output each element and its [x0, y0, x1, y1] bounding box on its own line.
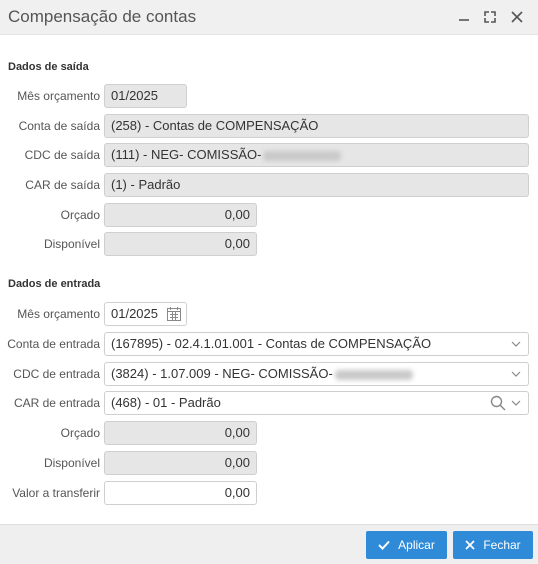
conta-entrada-select[interactable]: (167895) - 02.4.1.01.001 - Contas de COM… [104, 332, 529, 356]
mes-entrada-input[interactable]: 01/2025 [104, 302, 187, 326]
conta-entrada-label: Conta de entrada [7, 337, 100, 351]
close-button-label: Fechar [483, 538, 521, 552]
dialog-footer: Aplicar Fechar [0, 524, 538, 564]
section-title-saida: Dados de saída [8, 61, 89, 73]
redacted-text [263, 150, 342, 161]
check-icon [378, 540, 390, 550]
search-icon[interactable] [490, 395, 506, 414]
chevron-down-icon[interactable] [510, 392, 522, 414]
disponivel-saida-field: 0,00 [104, 232, 257, 256]
chevron-down-icon[interactable] [510, 363, 522, 385]
cdc-saida-value: (111) - NEG- COMISSÃO- [111, 147, 262, 162]
orcado-saida-field: 0,00 [104, 203, 257, 227]
cdc-saida-field: (111) - NEG- COMISSÃO- [104, 143, 529, 167]
conta-saida-label: Conta de saída [18, 119, 100, 133]
car-entrada-select[interactable]: (468) - 01 - Padrão [104, 391, 529, 415]
car-saida-field: (1) - Padrão [104, 173, 529, 197]
car-entrada-label: CAR de entrada [13, 396, 100, 410]
mes-entrada-value: 01/2025 [111, 306, 158, 321]
mes-saida-label: Mês orçamento [17, 89, 100, 103]
minimize-icon[interactable] [455, 8, 473, 26]
cdc-entrada-label: CDC de entrada [13, 367, 100, 381]
section-title-entrada: Dados de entrada [8, 278, 101, 290]
valor-transferir-label: Valor a transferir [12, 486, 100, 500]
maximize-icon[interactable] [481, 8, 499, 26]
orcado-entrada-label: Orçado [60, 426, 100, 440]
x-icon [465, 540, 475, 550]
orcado-entrada-field: 0,00 [104, 421, 257, 445]
cdc-entrada-value: (3824) - 1.07.009 - NEG- COMISSÃO- [111, 366, 333, 381]
apply-button[interactable]: Aplicar [366, 531, 447, 559]
cdc-saida-label: CDC de saída [24, 148, 100, 162]
car-entrada-value: (468) - 01 - Padrão [111, 395, 221, 410]
disponivel-entrada-label: Disponível [43, 456, 100, 470]
mes-entrada-label: Mês orçamento [17, 307, 100, 321]
redacted-text [334, 369, 413, 380]
calendar-icon[interactable] [166, 306, 182, 325]
window-title: Compensação de contas [8, 7, 197, 26]
chevron-down-icon[interactable] [510, 333, 522, 355]
conta-saida-field: (258) - Contas de COMPENSAÇÃO [104, 114, 529, 138]
close-icon[interactable] [508, 8, 526, 26]
valor-transferir-input[interactable]: 0,00 [104, 481, 257, 505]
mes-saida-field: 01/2025 [104, 84, 187, 108]
apply-button-label: Aplicar [398, 538, 435, 552]
cdc-entrada-select[interactable]: (3824) - 1.07.009 - NEG- COMISSÃO- [104, 362, 529, 386]
window-titlebar: Compensação de contas [0, 0, 538, 35]
disponivel-entrada-field: 0,00 [104, 451, 257, 475]
orcado-saida-label: Orçado [60, 208, 100, 222]
car-saida-label: CAR de saída [25, 178, 100, 192]
close-button[interactable]: Fechar [453, 531, 533, 559]
disponivel-saida-label: Disponível [43, 237, 100, 251]
conta-entrada-value: (167895) - 02.4.1.01.001 - Contas de COM… [111, 336, 432, 351]
